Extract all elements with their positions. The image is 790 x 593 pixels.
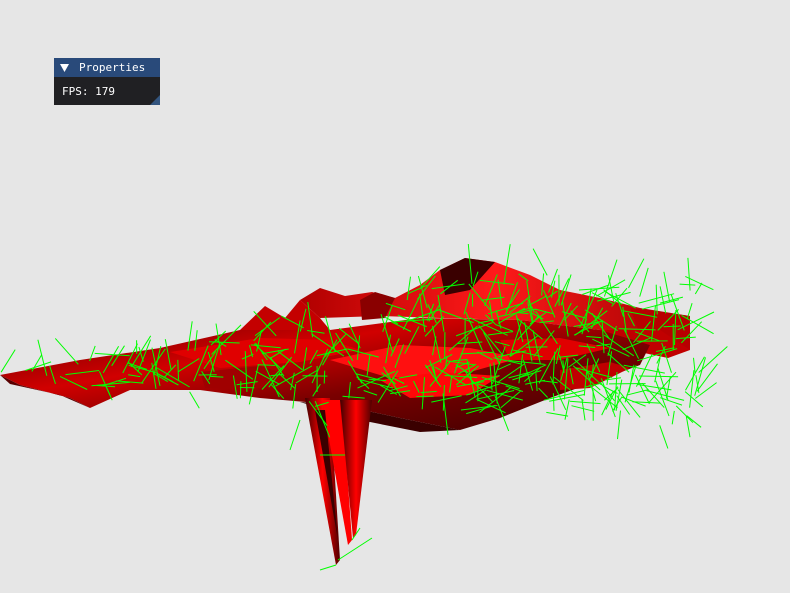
normal-line bbox=[659, 286, 667, 314]
normal-line bbox=[552, 393, 555, 411]
fps-value: 179 bbox=[95, 85, 115, 98]
properties-body: FPS: 179 bbox=[62, 85, 115, 98]
normal-line bbox=[532, 248, 548, 276]
3d-viewport[interactable]: Properties FPS: 179 bbox=[0, 0, 790, 593]
normal-line bbox=[679, 283, 696, 286]
normal-line bbox=[617, 410, 621, 440]
normal-line bbox=[663, 325, 681, 328]
normal-line bbox=[319, 564, 337, 571]
normal-line bbox=[177, 359, 179, 380]
normal-line bbox=[578, 286, 620, 291]
normal-line bbox=[687, 257, 691, 291]
normal-line bbox=[675, 405, 694, 424]
normal-line bbox=[694, 282, 703, 295]
properties-window[interactable]: Properties FPS: 179 bbox=[54, 58, 160, 105]
normal-line bbox=[289, 419, 301, 451]
normal-line bbox=[603, 259, 618, 297]
normal-line bbox=[616, 395, 631, 415]
normal-line bbox=[54, 338, 79, 365]
resize-grip[interactable] bbox=[150, 95, 160, 105]
normal-line bbox=[189, 391, 200, 409]
triangle-down-icon[interactable] bbox=[60, 58, 69, 77]
normal-line bbox=[684, 391, 704, 408]
normal-line bbox=[337, 537, 373, 561]
normal-line bbox=[665, 376, 671, 399]
fps-label: FPS: bbox=[62, 85, 89, 98]
normal-line bbox=[569, 400, 601, 405]
normal-line bbox=[0, 349, 16, 373]
normal-line bbox=[686, 415, 702, 428]
normal-line bbox=[655, 284, 658, 315]
normal-line bbox=[689, 370, 695, 408]
normal-line bbox=[416, 395, 434, 398]
normal-line bbox=[663, 271, 671, 302]
normal-line bbox=[546, 411, 569, 417]
normal-line bbox=[210, 375, 224, 378]
properties-title: Properties bbox=[79, 61, 146, 74]
normal-line bbox=[628, 258, 645, 289]
terrain-spikes bbox=[305, 398, 372, 565]
normal-line bbox=[639, 267, 649, 297]
normal-line bbox=[671, 410, 675, 425]
normal-line bbox=[659, 425, 669, 449]
normal-line bbox=[323, 370, 326, 384]
normal-line bbox=[257, 364, 276, 366]
properties-title-bar[interactable]: Properties bbox=[54, 58, 160, 77]
